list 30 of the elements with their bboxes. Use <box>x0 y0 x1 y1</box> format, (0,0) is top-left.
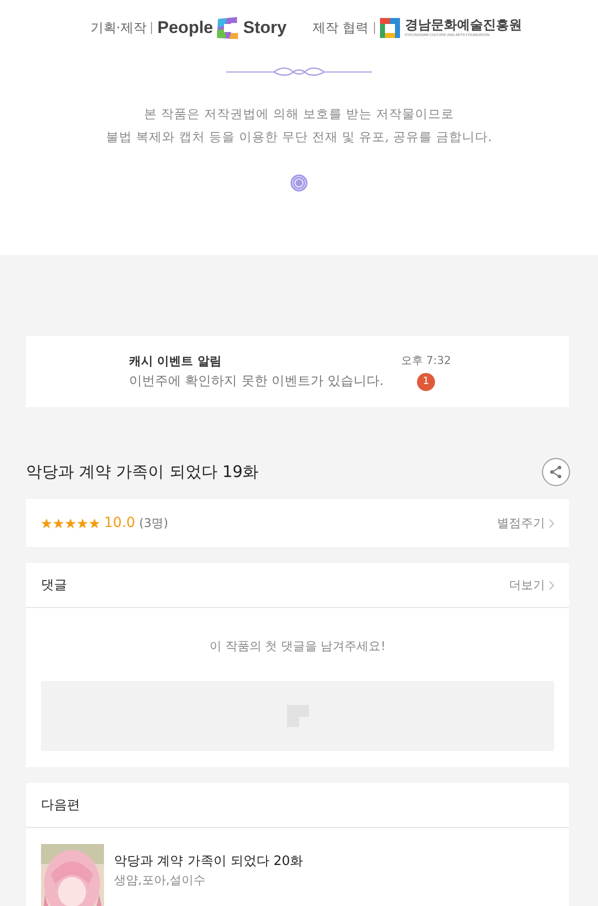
notification-card[interactable]: 캐시 이벤트 알림 이번주에 확인하지 못한 이벤트가 있습니다. 오후 7:32 1 <box>26 336 569 407</box>
flower-icon <box>290 174 308 192</box>
empty-comments-message: 이 작품의 첫 댓글을 남겨주세요! <box>209 638 386 655</box>
copyright-text: 불법 복제와 캡처 등을 이용한 무단 전재 및 유포, 공유를 금합니다. <box>106 128 492 146</box>
chevron-icon <box>549 518 554 528</box>
logo-text: Story <box>243 18 287 38</box>
rating-score: 10.0 <box>104 515 136 531</box>
episode-title: 악당과 계약 가족이 되었다 20화 <box>114 853 304 870</box>
notification-time: 오후 7:32 <box>400 352 451 368</box>
logo-text: 경남문화예술진흥원 <box>404 18 522 34</box>
more-link[interactable]: 더보기 <box>509 576 554 594</box>
section-title: 다음편 <box>41 797 80 814</box>
notification-message: 이번주에 확인하지 못한 이벤트가 있습니다. <box>129 373 384 390</box>
chevron-icon <box>549 580 554 590</box>
copyright-text: 본 작품은 저작권법에 의해 보호를 받는 저작물이므로 <box>143 105 455 123</box>
unread-badge: 1 <box>416 372 435 390</box>
logo-icon <box>380 18 400 38</box>
episode-title: 악당과 계약 가족이 되었다 19화 <box>26 462 259 482</box>
author-names: 생얌,포아,설이수 <box>114 872 207 889</box>
rating-count: (3명) <box>139 514 168 532</box>
notification-title: 캐시 이벤트 알림 <box>129 353 222 370</box>
share-button[interactable] <box>542 458 570 486</box>
cooperation-label: 제작 협력 <box>312 20 369 37</box>
ornament-divider-icon <box>226 66 372 78</box>
logo-text: People <box>157 18 214 38</box>
share-icon <box>549 465 563 479</box>
production-label: 기획·제작 <box>90 20 146 37</box>
rate-link[interactable]: 별점주기 <box>497 514 554 532</box>
section-title: 댓글 <box>41 577 67 594</box>
next-episode-item[interactable]: 악당과 계약 가족이 되었다 20화 생얌,포아,설이수 <box>26 828 569 906</box>
